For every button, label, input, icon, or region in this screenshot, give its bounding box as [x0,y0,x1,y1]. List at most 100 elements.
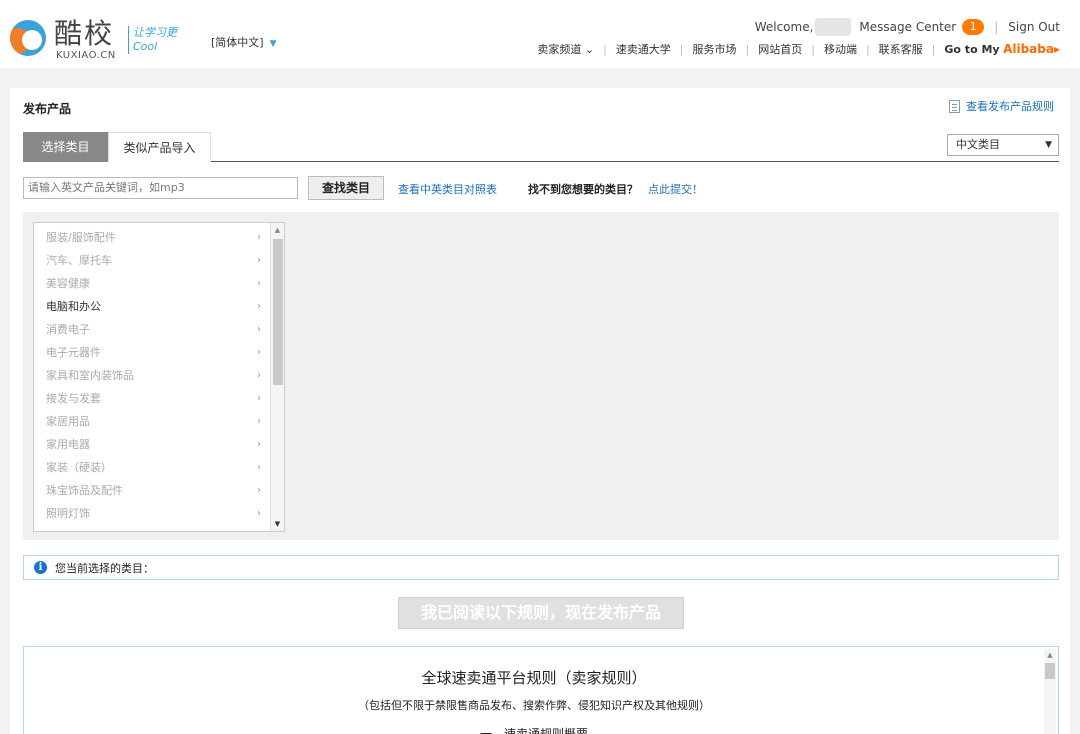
category-item-label: 家用电器 [46,438,90,451]
view-rules-link[interactable]: 查看发布产品规则 [949,98,1054,114]
nav-support[interactable]: 联系客服 [879,41,923,57]
logo-subtext: KUXIAO.CN [56,50,116,61]
find-category-button[interactable]: 查找类目 [308,176,384,200]
chevron-down-icon: ⌄ [584,43,595,56]
chevron-right-icon: › [257,462,261,473]
category-item[interactable]: 珠宝饰品及配件 › [46,481,261,501]
user-bar: Welcome, Message Center 1 | Sign Out [755,18,1060,36]
info-icon: i [34,561,47,574]
tab-select-category[interactable]: 选择类目 [23,132,108,162]
chevron-right-icon: › [257,278,261,289]
nav-seller-channel-label: 卖家频道 [537,43,582,56]
category-language-select[interactable]: 中文类目 ▼ [947,134,1059,156]
chevron-right-icon: › [257,393,261,404]
category-item[interactable]: 电子元器件 › [46,343,261,363]
category-scrollbar[interactable]: ▲ ▼ [270,223,284,531]
goto-my-alibaba-link[interactable]: Go to My Alibaba▸ [944,42,1060,56]
language-label: [简体中文] [211,36,264,49]
category-item[interactable]: 美容健康 › [46,274,261,294]
category-item-label: 接发与发套 [46,392,101,405]
tab-import-similar[interactable]: 类似产品导入 [108,132,211,162]
category-search-input[interactable]: 请输入英文产品关键词，如mp3 [23,177,298,199]
logo-text: 酷校 [54,17,115,50]
scroll-thumb[interactable] [273,239,283,385]
submit-category-link[interactable]: 点此提交！ [648,181,703,197]
chevron-right-icon: › [257,301,261,312]
chevron-right-icon: › [257,508,261,519]
current-category-label: 您当前选择的类目： [55,561,154,575]
chevron-right-icon: › [257,255,261,266]
top-header: 酷校 KUXIAO.CN 让学习更Cool [简体中文] ▼ Welcome, M… [0,0,1080,68]
publish-panel: 发布产品 查看发布产品规则 选择类目 类似产品导入 中文类目 ▼ 请输入英文产品… [10,88,1070,734]
goto-label: Go to My [944,43,1000,56]
category-item-label: 家装（硬装） [46,461,112,474]
caret-down-icon: ▼ [1045,140,1052,150]
username-redacted [815,18,852,36]
scroll-thumb[interactable] [1045,663,1055,679]
divider: | [811,42,815,56]
chevron-right-icon: › [257,324,261,335]
document-icon [949,99,960,113]
chevron-right-icon: › [257,232,261,243]
rules-content-box[interactable]: 全球速卖通平台规则（卖家规则） （包括但不限于禁限售商品发布、搜索作弊、侵犯知识… [23,646,1059,734]
category-item-label: 家居用品 [46,415,90,428]
category-item[interactable]: 服装/服饰配件 › [46,228,261,248]
category-item[interactable]: 消费电子 › [46,320,261,340]
category-item-label: 家具和室内装饰品 [46,369,134,382]
language-selector[interactable]: [简体中文] ▼ [211,34,277,50]
category-item-label: 照明灯饰 [46,507,90,520]
tab-bar: 选择类目 类似产品导入 中文类目 ▼ [23,132,1059,162]
category-item-label: 美容健康 [46,277,90,290]
category-item[interactable]: 家居用品 › [46,412,261,432]
sign-out-link[interactable]: Sign Out [1008,20,1060,34]
category-item[interactable]: 电脑和办公 › [46,297,261,317]
category-item[interactable]: 汽车、摩托车 › [46,251,261,271]
category-item-label: 汽车、摩托车 [46,254,112,267]
divider: | [679,42,684,56]
alibaba-label: Alibaba [1003,42,1054,56]
category-item[interactable]: 家用电器 › [46,435,261,455]
logo-mark-icon [10,20,46,56]
message-count-badge[interactable]: 1 [962,19,985,35]
rules-title: 全球速卖通平台规则（卖家规则） [421,669,647,687]
category-item[interactable]: 照明灯饰 › [46,504,261,524]
nav-mobile[interactable]: 移动端 [824,41,857,57]
chevron-right-icon: › [257,347,261,358]
arrow-right-icon: ▸ [1053,42,1060,56]
message-center-link[interactable]: Message Center [859,20,956,34]
divider: | [603,42,607,56]
nav-university[interactable]: 速卖通大学 [616,41,671,57]
nav-seller-channel[interactable]: 卖家频道 ⌄ [537,41,594,57]
category-language-value: 中文类目 [956,138,1000,151]
nav-service-market[interactable]: 服务市场 [693,41,737,57]
category-picker-area: 照明灯饰 › 珠宝饰品及配件 › 家装（硬装） › 家用电器 › 家居用品 › 接发与发套 › 家具和室… [23,212,1059,540]
divider: | [994,20,999,34]
scroll-up-icon[interactable]: ▲ [271,223,284,237]
rules-subtitle: （包括但不限于禁限售商品发布、搜索作弊、侵犯知识产权及其他规则） [358,699,710,712]
nav-home[interactable]: 网站首页 [758,41,802,57]
page-title: 发布产品 [23,102,72,116]
rules-scrollbar[interactable]: ▲ [1044,649,1056,734]
chevron-right-icon: › [257,370,261,381]
category-item-label: 服装/服饰配件 [46,231,116,244]
category-item[interactable]: 家具和室内装饰品 › [46,366,261,386]
top-nav: 卖家频道 ⌄ | 速卖通大学 | 服务市场 | 网站首页 | 移动端 | 联系客… [537,41,1060,57]
category-list[interactable]: 照明灯饰 › 珠宝饰品及配件 › 家装（硬装） › 家用电器 › 家居用品 › 接发与发套 › 家具和室… [33,222,285,532]
rules-section-heading: 一、速卖通规则概要 [479,727,588,734]
category-item[interactable]: 接发与发套 › [46,389,261,409]
kuxiao-logo[interactable]: 酷校 KUXIAO.CN 让学习更Cool [10,18,200,62]
category-compare-link[interactable]: 查看中英类目对照表 [398,181,497,197]
chevron-right-icon: › [257,485,261,496]
scroll-down-icon[interactable]: ▼ [271,517,284,531]
divider: | [865,42,870,56]
chevron-right-icon: › [257,416,261,427]
chevron-right-icon: › [257,439,261,450]
scroll-up-icon[interactable]: ▲ [1044,649,1056,661]
publish-product-button[interactable]: 我已阅读以下规则，现在发布产品 [398,597,684,629]
not-found-text: 找不到您想要的类目？ [528,183,638,196]
logo-slogan: 让学习更Cool [128,26,200,54]
category-item-label: 珠宝饰品及配件 [46,484,123,497]
category-item[interactable]: 家装（硬装） › [46,458,261,478]
view-rules-label: 查看发布产品规则 [966,100,1054,113]
category-item-label: 电子元器件 [46,346,101,359]
